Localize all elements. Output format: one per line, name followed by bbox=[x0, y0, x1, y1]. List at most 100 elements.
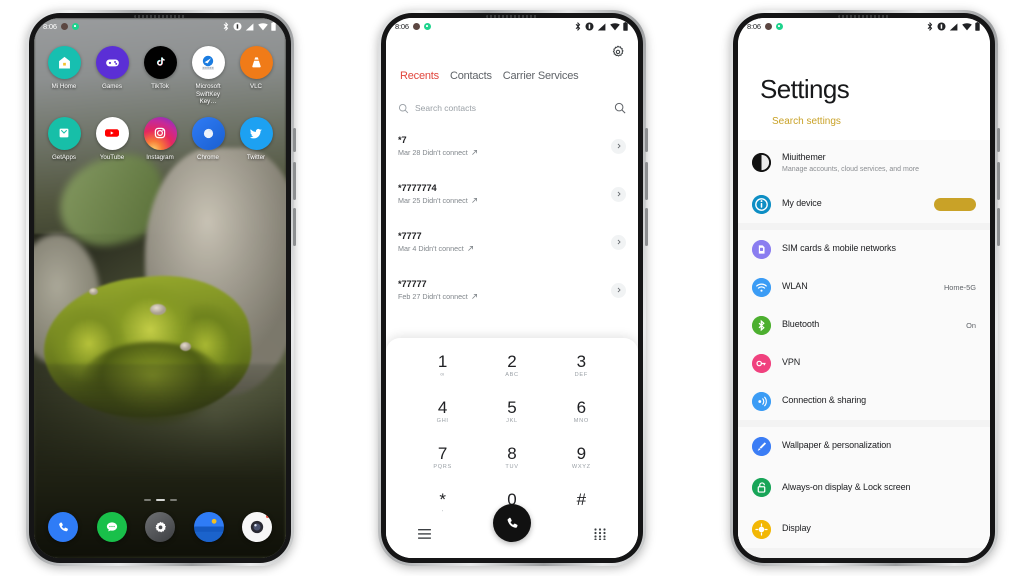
tab-carrier-services[interactable]: Carrier Services bbox=[503, 70, 579, 82]
settings-row-bluetooth[interactable]: Bluetooth On bbox=[738, 306, 990, 344]
search-placeholder: Search contacts bbox=[415, 103, 476, 113]
settings-row-my-device[interactable]: My device bbox=[738, 185, 990, 223]
dialpad-key-6[interactable]: 6 MNO bbox=[547, 390, 616, 434]
tab-contacts[interactable]: Contacts bbox=[450, 70, 492, 82]
settings-icon[interactable] bbox=[145, 512, 175, 542]
page-dot[interactable] bbox=[169, 498, 177, 501]
settings-row-label: WLAN bbox=[782, 281, 808, 292]
app-games[interactable]: Games bbox=[91, 46, 133, 106]
settings-row-display[interactable]: Display bbox=[738, 510, 990, 548]
settings-list[interactable]: Miuithemer Manage accounts, cloud servic… bbox=[738, 140, 990, 558]
call-details-chevron[interactable] bbox=[611, 282, 626, 298]
call-log-row[interactable]: *77777 Feb 27 Didn't connect bbox=[386, 266, 638, 314]
side-button[interactable] bbox=[997, 128, 1000, 152]
recording-dot-icon bbox=[71, 23, 79, 30]
settings-row-aod-lockscreen[interactable]: Always-on display & Lock screen bbox=[738, 465, 990, 510]
volume-up-button[interactable] bbox=[645, 162, 648, 200]
volume-down-button[interactable] bbox=[645, 208, 648, 246]
battery-icon bbox=[271, 22, 276, 31]
search-contacts-bar[interactable]: Search contacts bbox=[398, 98, 626, 118]
dialpad-key-9[interactable]: 9 WXYZ bbox=[547, 436, 616, 480]
call-details-chevron[interactable] bbox=[611, 138, 626, 154]
outgoing-call-arrow-icon bbox=[471, 149, 477, 155]
dialpad-key-5[interactable]: 5 JKL bbox=[477, 390, 546, 434]
app-vlc[interactable]: VLC bbox=[235, 46, 277, 106]
call-log-row[interactable]: *7 Mar 28 Didn't connect bbox=[386, 122, 638, 170]
connection-sharing-icon bbox=[752, 391, 771, 411]
volume-down-button[interactable] bbox=[293, 208, 296, 246]
settings-row-miuithemer[interactable]: Miuithemer Manage accounts, cloud servic… bbox=[738, 140, 990, 185]
tab-recents[interactable]: Recents bbox=[400, 70, 439, 82]
signal-icon bbox=[245, 23, 254, 30]
app-tiktok[interactable]: TikTok bbox=[139, 46, 181, 106]
app-label: Microsoft SwiftKey Key… bbox=[195, 83, 221, 106]
group-divider bbox=[738, 420, 990, 427]
app-mi-home[interactable]: Mi Home bbox=[43, 46, 85, 106]
settings-row-value: On bbox=[966, 320, 976, 330]
call-details-chevron[interactable] bbox=[611, 186, 626, 202]
dialer-settings-gear-icon[interactable] bbox=[610, 44, 626, 60]
earpiece-speaker bbox=[486, 15, 538, 18]
app-instagram[interactable]: Instagram bbox=[139, 116, 181, 162]
phone-icon[interactable] bbox=[48, 512, 78, 542]
key-digit: * bbox=[439, 490, 446, 509]
call-button[interactable] bbox=[493, 504, 531, 542]
page-indicator[interactable] bbox=[34, 498, 286, 501]
display-icon bbox=[752, 519, 771, 539]
search-submit-icon[interactable] bbox=[614, 102, 626, 114]
call-details-chevron[interactable] bbox=[611, 234, 626, 250]
camera-icon[interactable] bbox=[242, 512, 272, 542]
settings-row-subtitle: Manage accounts, cloud services, and mor… bbox=[782, 165, 919, 173]
notification-dot-icon bbox=[60, 23, 68, 30]
dialpad-key-1[interactable]: 1 ∞ bbox=[408, 344, 477, 388]
dialpad-key-3[interactable]: 3 DEF bbox=[547, 344, 616, 388]
phone-screen: 8:06 Recents Contacts Carrier Services S… bbox=[386, 18, 638, 558]
side-button[interactable] bbox=[293, 128, 296, 152]
gallery-icon[interactable] bbox=[193, 512, 224, 542]
dialer-tabs: Recents Contacts Carrier Services bbox=[400, 70, 579, 82]
key-digit: 2 bbox=[507, 352, 517, 371]
search-icon bbox=[398, 103, 409, 113]
hamburger-menu-icon[interactable] bbox=[418, 528, 431, 540]
app-getapps[interactable]: GetApps bbox=[43, 116, 85, 162]
settings-row-wlan[interactable]: WLAN Home-5G bbox=[738, 268, 990, 306]
settings-row-sim-cards[interactable]: SIM cards & mobile networks bbox=[738, 230, 990, 268]
messages-icon[interactable] bbox=[96, 512, 127, 542]
key-digit: 4 bbox=[437, 398, 448, 417]
settings-row-vpn[interactable]: VPN bbox=[738, 344, 990, 382]
call-number: *7 bbox=[398, 135, 407, 146]
app-twitter[interactable]: Twitter bbox=[235, 116, 277, 162]
key-letters: DEF bbox=[574, 372, 588, 378]
dialer-app: 8:06 Recents Contacts Carrier Services S… bbox=[386, 18, 638, 558]
dialpad-grid-icon[interactable] bbox=[594, 528, 606, 540]
settings-row-label: Miuithemer bbox=[782, 152, 826, 163]
app-swiftkey[interactable]: Microsoft SwiftKey Key… bbox=[187, 46, 229, 106]
key-digit: 3 bbox=[576, 352, 587, 371]
settings-row-label: Always-on display & Lock screen bbox=[782, 481, 911, 492]
side-button[interactable] bbox=[645, 128, 648, 152]
call-log-row[interactable]: *7777774 Mar 25 Didn't connect bbox=[386, 170, 638, 218]
volume-up-button[interactable] bbox=[293, 162, 296, 200]
dock bbox=[34, 512, 286, 542]
tiktok-icon bbox=[143, 46, 177, 79]
settings-row-wallpaper[interactable]: Wallpaper & personalization bbox=[738, 427, 990, 465]
dialpad-key-8[interactable]: 8 TUV bbox=[477, 436, 546, 480]
info-icon bbox=[752, 194, 771, 214]
settings-row-connection-sharing[interactable]: Connection & sharing bbox=[738, 382, 990, 420]
app-label: TikTok bbox=[151, 83, 169, 90]
dialpad-key-4[interactable]: 4 GHI bbox=[408, 390, 477, 434]
dialpad-key-7[interactable]: 7 PQRS bbox=[408, 436, 477, 480]
volume-up-button[interactable] bbox=[997, 162, 1000, 200]
dialpad-key-2[interactable]: 2 ABC bbox=[477, 344, 546, 388]
app-chrome[interactable]: Chrome bbox=[187, 116, 229, 162]
key-letters: PQRS bbox=[433, 464, 452, 470]
signal-icon bbox=[949, 23, 958, 30]
search-settings-link[interactable]: Search settings bbox=[772, 116, 841, 127]
volume-down-button[interactable] bbox=[997, 208, 1000, 246]
page-dot[interactable] bbox=[143, 498, 151, 501]
call-log-row[interactable]: *7777 Mar 4 Didn't connect bbox=[386, 218, 638, 266]
earpiece-speaker bbox=[134, 15, 186, 18]
page-dot-active[interactable] bbox=[155, 498, 165, 501]
key-digit: # bbox=[576, 490, 587, 509]
app-youtube[interactable]: YouTube bbox=[91, 116, 133, 162]
